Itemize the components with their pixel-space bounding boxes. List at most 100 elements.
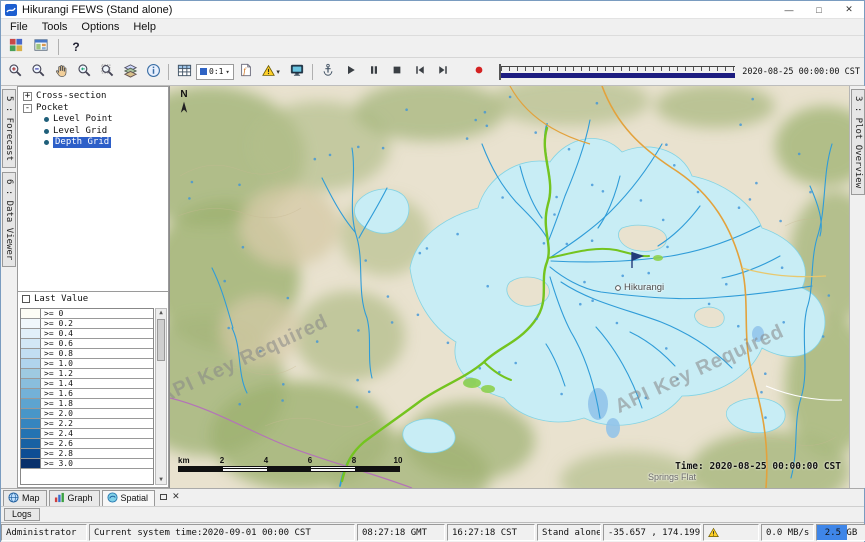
scroll-thumb[interactable] (157, 319, 165, 361)
chevron-down-icon: ▾ (225, 68, 229, 76)
explorer-button[interactable] (30, 37, 52, 57)
step-forward-button[interactable] (432, 62, 454, 82)
legend-row: >= 1.4 (21, 379, 153, 389)
zoom-out-button[interactable] (27, 62, 49, 82)
map-viewport[interactable]: N API Key Required API Key Required Hiku… (169, 86, 849, 488)
tree-item-level-point[interactable]: Level Point (20, 114, 167, 126)
tree-item-pocket[interactable]: -Pocket (20, 103, 167, 115)
last-value-checkbox[interactable] (22, 295, 30, 303)
legend-row: >= 0.4 (21, 329, 153, 339)
legend-swatch (21, 449, 41, 458)
legend-label: >= 2.0 (41, 409, 73, 418)
maximize-button[interactable]: □ (804, 1, 834, 18)
status-local-time: 16:27:18 CST (447, 524, 535, 541)
legend-list: >= 0>= 0.2>= 0.4>= 0.6>= 0.8>= 1.0>= 1.2… (20, 308, 154, 485)
layer-chip-icon (200, 68, 207, 75)
main-area: 5 : Forecast 6 : Data Viewer +Cross-secti… (1, 86, 864, 488)
right-tab-strip: 3 : Plot Overview (849, 86, 865, 488)
tab-spatial[interactable]: Spatial (102, 490, 156, 506)
pan-button[interactable] (50, 62, 72, 82)
close-pane-button[interactable]: ✕ (172, 491, 180, 502)
menu-help[interactable]: Help (126, 20, 163, 34)
right-tab-plot-overview[interactable]: 3 : Plot Overview (851, 89, 865, 195)
menu-options[interactable]: Options (74, 20, 126, 34)
scale-unit-label: km (178, 456, 190, 465)
database-icon (9, 38, 23, 55)
zoom-extent-icon (100, 63, 115, 81)
menu-file[interactable]: File (3, 20, 35, 34)
step-back-button[interactable] (409, 62, 431, 82)
record-button[interactable] (468, 62, 490, 82)
tree-item-cross-section[interactable]: +Cross-section (20, 91, 167, 103)
warning-menu-button[interactable]: ▾ (258, 62, 285, 82)
legend-swatch (21, 399, 41, 408)
pause-icon (368, 64, 380, 79)
timeline-slider[interactable] (499, 64, 736, 80)
tree-bullet-icon (44, 140, 49, 145)
logs-button[interactable]: Logs (4, 508, 40, 521)
spatial-icon (107, 492, 118, 505)
undock-button[interactable] (160, 494, 167, 500)
play-icon (345, 64, 357, 79)
left-tab-data-viewer[interactable]: 6 : Data Viewer (2, 172, 16, 267)
tree-expander[interactable]: + (23, 92, 32, 101)
legend-title: Last Value (34, 294, 88, 304)
legend-row: >= 0.8 (21, 349, 153, 359)
grid-button[interactable] (173, 62, 195, 82)
legend-label: >= 2.4 (41, 429, 73, 438)
minimize-button[interactable]: — (774, 1, 804, 18)
database-button[interactable] (5, 37, 27, 57)
status-system-time: Current system time:2020-09-01 00:00 CST (89, 524, 355, 541)
menu-tools[interactable]: Tools (35, 20, 75, 34)
display-button[interactable] (286, 62, 308, 82)
bottom-tabs: MapGraphSpatial (3, 490, 155, 506)
zoom-out-icon (31, 63, 46, 81)
tab-map[interactable]: Map (3, 490, 47, 506)
play-button[interactable] (340, 62, 362, 82)
legend-row: >= 0.6 (21, 339, 153, 349)
legend-swatch (21, 419, 41, 428)
stop-button[interactable] (386, 62, 408, 82)
zoom-extent-button[interactable] (96, 62, 118, 82)
zoom-previous-button[interactable] (73, 62, 95, 82)
chart-icon (54, 492, 65, 505)
timeline-bar (501, 73, 736, 78)
scale-select[interactable]: 0:1▾ (196, 64, 234, 80)
logs-row: Logs (1, 506, 864, 522)
legend-row: >= 2.6 (21, 439, 153, 449)
pause-button[interactable] (363, 62, 385, 82)
step-back-icon (414, 64, 426, 79)
info-button[interactable] (142, 62, 164, 82)
status-user: Administrator (1, 524, 87, 541)
stop-icon (391, 64, 403, 79)
tree-item-depth-grid[interactable]: Depth Grid (20, 137, 167, 149)
tree-expander[interactable]: - (23, 104, 32, 113)
legend-row: >= 1.2 (21, 369, 153, 379)
zoom-in-button[interactable] (4, 62, 26, 82)
layers-button[interactable] (119, 62, 141, 82)
script-button[interactable]: f (235, 62, 257, 82)
tree-item-level-grid[interactable]: Level Grid (20, 126, 167, 138)
legend-swatch (21, 339, 41, 348)
legend-row: >= 2.0 (21, 409, 153, 419)
warning-icon (708, 527, 719, 538)
scale-tick: 4 (264, 456, 268, 465)
window-title: Hikurangi FEWS (Stand alone) (22, 4, 172, 16)
scale-tick: 10 (394, 456, 403, 465)
legend-row: >= 3.0 (21, 459, 153, 469)
zoom-in-icon (8, 63, 23, 81)
legend-scrollbar[interactable]: ▲ ▼ (155, 308, 167, 485)
legend-row: >= 1.8 (21, 399, 153, 409)
tab-graph[interactable]: Graph (49, 490, 100, 506)
scroll-up-icon[interactable]: ▲ (159, 309, 163, 317)
profile-button[interactable] (317, 62, 339, 82)
app-logo-icon (5, 4, 17, 16)
left-tab-forecast[interactable]: 5 : Forecast (2, 89, 16, 168)
close-button[interactable]: ✕ (834, 1, 864, 18)
legend-swatch (21, 379, 41, 388)
pan-icon (54, 63, 69, 81)
help-button[interactable]: ? (65, 37, 87, 57)
explorer-panel: +Cross-section-PocketLevel PointLevel Gr… (17, 86, 169, 488)
scroll-down-icon[interactable]: ▼ (159, 476, 163, 484)
legend-row: >= 2.2 (21, 419, 153, 429)
